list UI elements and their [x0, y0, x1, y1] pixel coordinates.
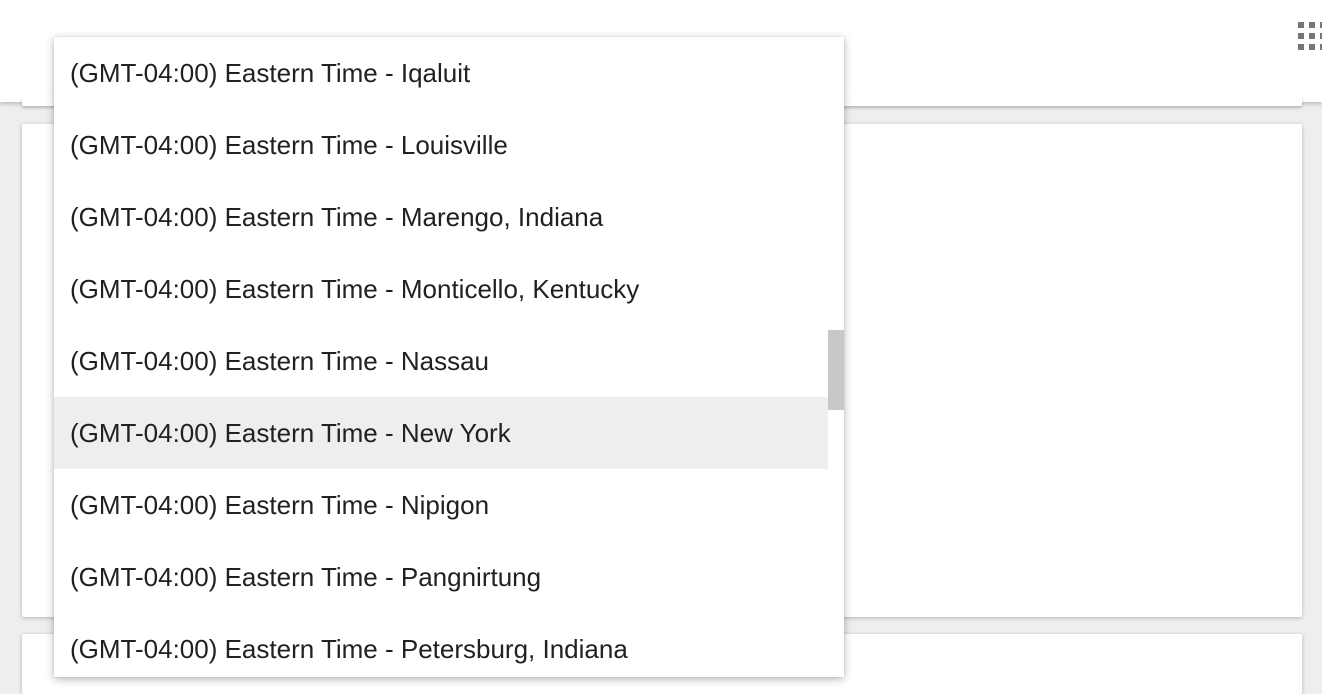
timezone-option[interactable]: (GMT-04:00) Eastern Time - Iqaluit — [54, 37, 828, 109]
timezone-option[interactable]: (GMT-04:00) Eastern Time - Nassau — [54, 325, 828, 397]
timezone-option-selected[interactable]: (GMT-04:00) Eastern Time - New York — [54, 397, 828, 469]
timezone-option[interactable]: (GMT-04:00) Eastern Time - Nipigon — [54, 469, 828, 541]
timezone-option[interactable]: (GMT-04:00) Eastern Time - Louisville — [54, 109, 828, 181]
timezone-dropdown[interactable]: (GMT-04:00) Eastern Time - Iqaluit (GMT-… — [54, 37, 844, 677]
timezone-option[interactable]: (GMT-04:00) Eastern Time - Monticello, K… — [54, 253, 828, 325]
apps-grid-icon[interactable] — [1298, 22, 1322, 56]
dropdown-scrollbar-thumb[interactable] — [828, 330, 844, 410]
timezone-option[interactable]: (GMT-04:00) Eastern Time - Marengo, Indi… — [54, 181, 828, 253]
timezone-option[interactable]: (GMT-04:00) Eastern Time - Petersburg, I… — [54, 613, 828, 677]
timezone-option[interactable]: (GMT-04:00) Eastern Time - Pangnirtung — [54, 541, 828, 613]
